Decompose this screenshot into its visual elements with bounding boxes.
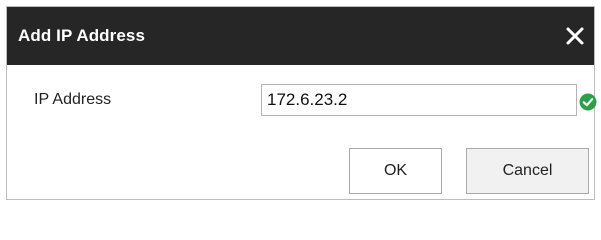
ip-address-label: IP Address: [34, 91, 112, 108]
check-circle-icon: [579, 93, 597, 111]
cancel-button[interactable]: Cancel: [466, 148, 589, 194]
dialog-title: Add IP Address: [18, 26, 146, 45]
dialog-title-bar: Add IP Address: [7, 7, 594, 65]
add-ip-address-dialog: Add IP Address IP Address OK Cancel: [6, 6, 597, 200]
close-icon[interactable]: [562, 23, 588, 49]
ok-button[interactable]: OK: [349, 148, 442, 194]
ip-address-input[interactable]: [261, 84, 577, 116]
